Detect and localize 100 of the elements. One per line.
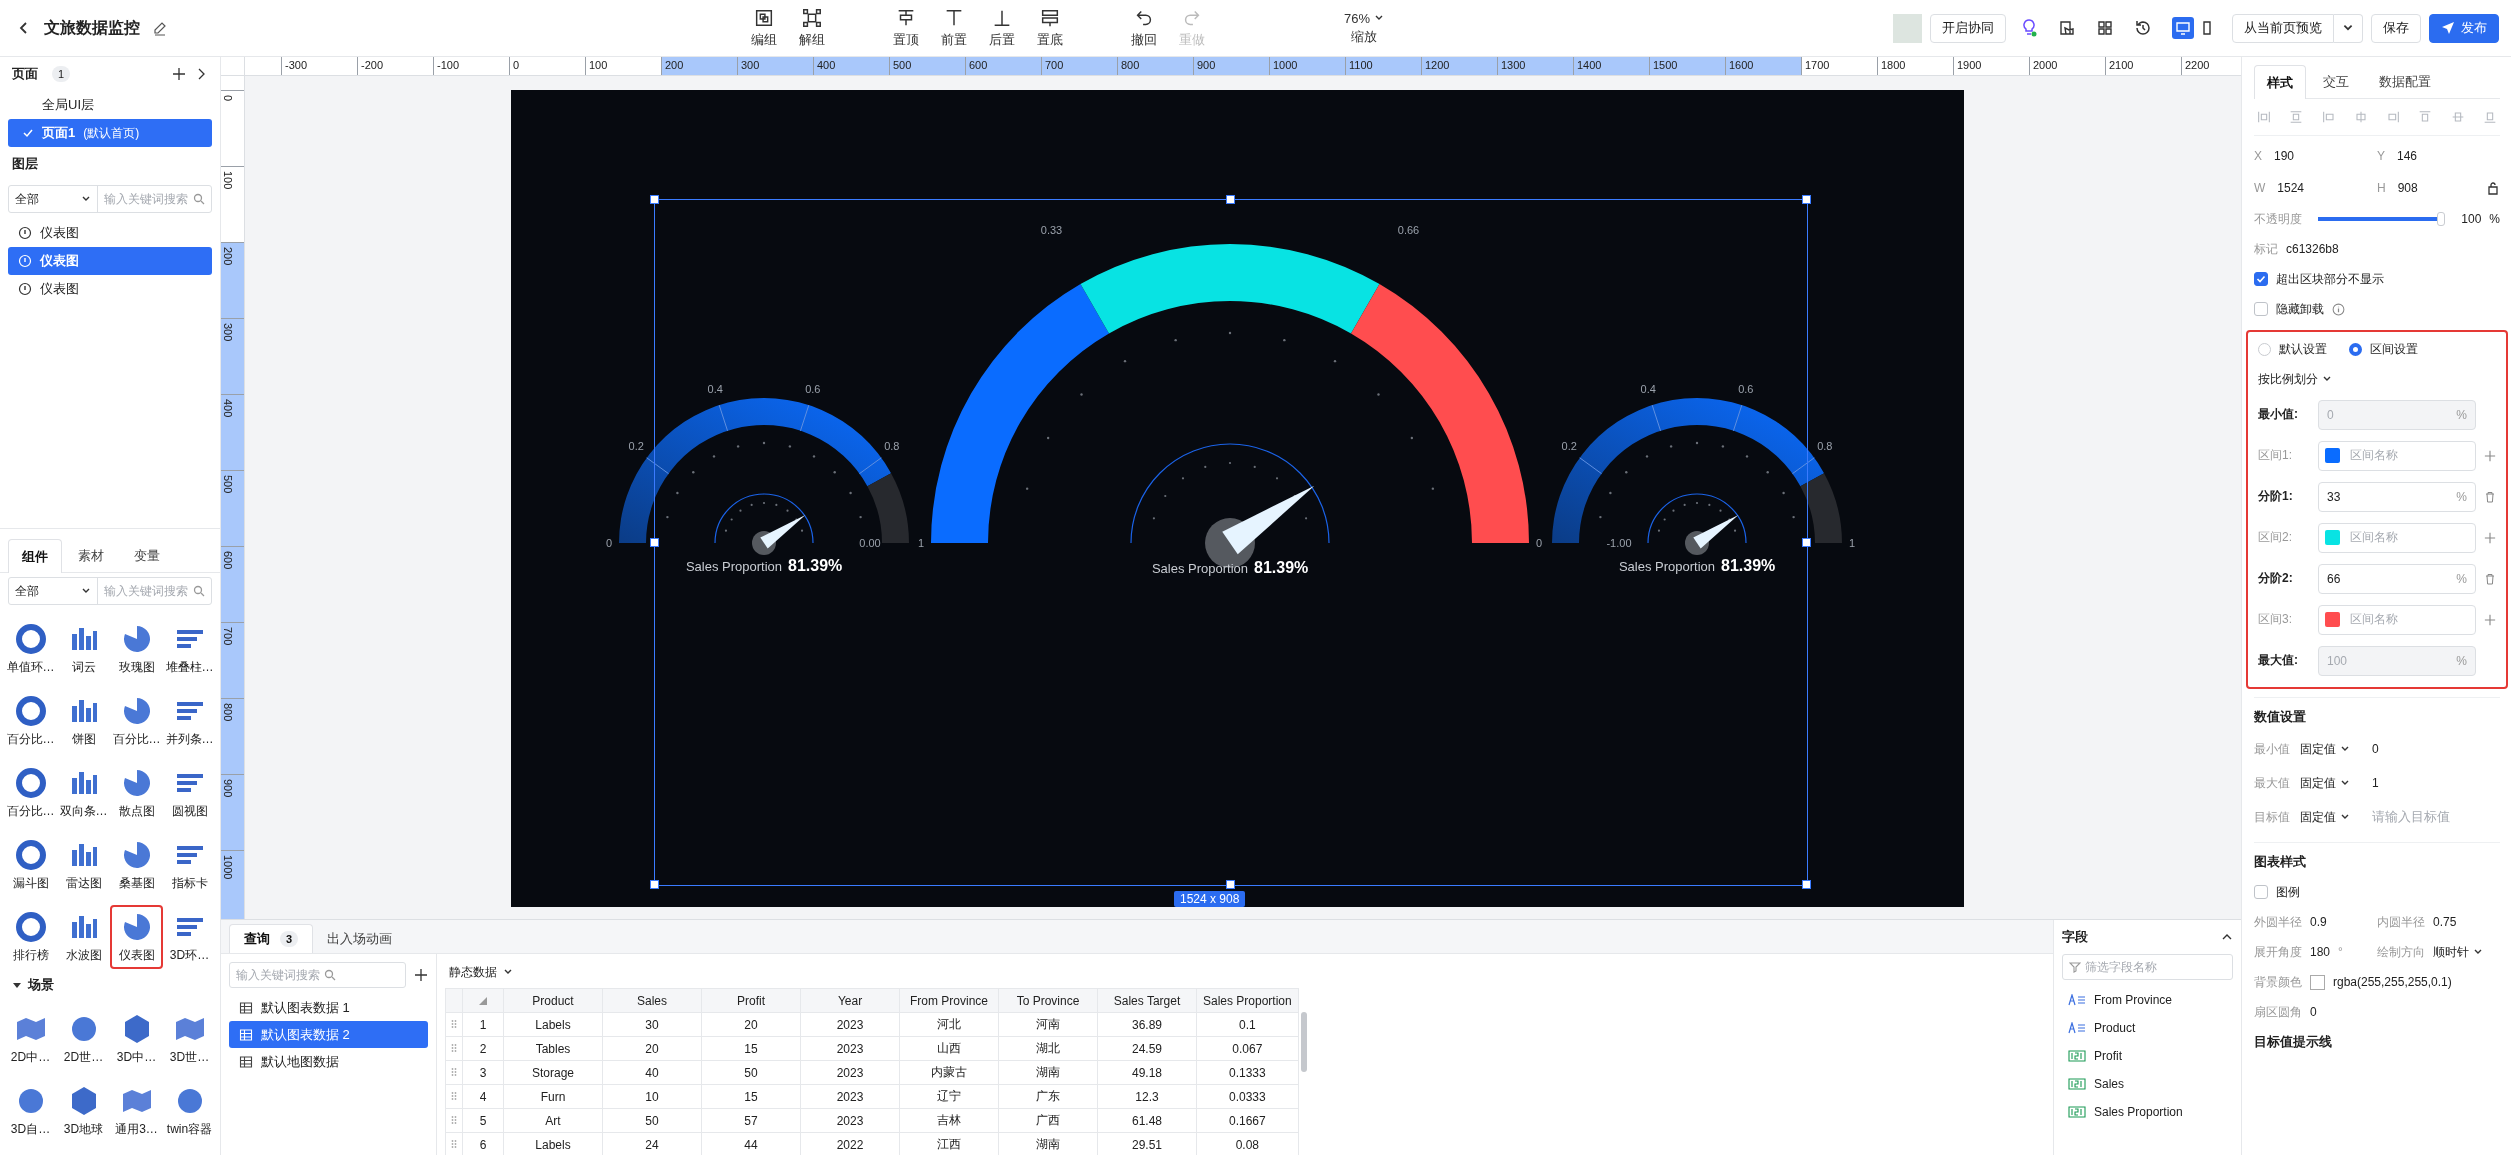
resize-handle[interactable] <box>1802 880 1811 889</box>
scene-item[interactable]: 2D世… <box>57 1007 110 1071</box>
color-value[interactable]: rgba(255,255,255,0.1) <box>2333 975 2452 989</box>
position-value[interactable]: 1524 <box>2277 181 2305 195</box>
source-dropdown[interactable]: 静态数据 <box>449 960 2045 984</box>
layer-item[interactable]: 仪表图 <box>8 275 212 303</box>
component-item[interactable]: 百分比… <box>110 689 163 753</box>
dataset-item[interactable]: 默认图表数据 1 <box>229 994 428 1021</box>
toolbar-button[interactable]: 编组 <box>740 7 788 49</box>
color-swatch[interactable] <box>2310 974 2325 990</box>
panel-tab[interactable]: 出入场动画 <box>313 924 407 953</box>
component-item[interactable]: 桑基图 <box>110 833 163 897</box>
value-field[interactable]: 180 <box>2310 945 2331 959</box>
preview-button[interactable]: 从当前页预览 <box>2232 13 2334 43</box>
save-button[interactable]: 保存 <box>2371 13 2421 43</box>
collaborate-button[interactable]: 开启协同 <box>1930 13 2006 43</box>
scene-item[interactable]: 3D地球 <box>57 1079 110 1143</box>
value-field[interactable]: 1 <box>2372 776 2379 790</box>
resize-handle[interactable] <box>650 195 659 204</box>
drag-handle-icon[interactable] <box>451 1066 457 1077</box>
library-tab[interactable]: 组件 <box>8 539 62 573</box>
component-item[interactable]: 并列条… <box>163 689 216 753</box>
component-item[interactable]: 百分比… <box>4 689 57 753</box>
component-item[interactable]: 水波图 <box>57 905 110 969</box>
component-item[interactable]: 仪表图 <box>110 905 163 969</box>
resize-handle[interactable] <box>1226 195 1235 204</box>
resize-handle[interactable] <box>650 537 659 547</box>
component-item[interactable]: 排行榜 <box>4 905 57 969</box>
align-icon[interactable] <box>2256 109 2272 125</box>
field-item[interactable]: From Province <box>2062 986 2233 1014</box>
component-item[interactable]: 双向条… <box>57 761 110 825</box>
position-value[interactable]: 146 <box>2397 149 2418 163</box>
dataset-item[interactable]: 默认图表数据 2 <box>229 1021 428 1048</box>
lock-icon[interactable] <box>2486 181 2500 195</box>
toolbar-button[interactable]: 置底 <box>1026 7 1074 49</box>
component-item[interactable]: 词云 <box>57 617 110 681</box>
scene-toggle[interactable]: 场景 <box>0 969 220 1001</box>
inspector-tab[interactable]: 数据配置 <box>2366 65 2444 98</box>
value-field[interactable]: 0.75 <box>2433 915 2457 929</box>
toolbar-button[interactable]: 解组 <box>788 7 836 49</box>
add-icon[interactable] <box>172 67 186 81</box>
component-item[interactable]: 雷达图 <box>57 833 110 897</box>
resize-handle[interactable] <box>1802 537 1811 547</box>
percent-field[interactable]: 66 % <box>2318 563 2476 594</box>
resize-handle[interactable] <box>1226 880 1235 889</box>
layer-item[interactable]: 仪表图 <box>8 247 212 275</box>
library-tab[interactable]: 素材 <box>64 539 118 572</box>
split-dropdown[interactable]: 按比例划分 <box>2258 370 2332 388</box>
edit-icon[interactable] <box>152 20 168 36</box>
component-item[interactable]: 百分比… <box>4 761 57 825</box>
scene-item[interactable]: 3D世… <box>163 1007 216 1071</box>
component-item[interactable]: 指标卡 <box>163 833 216 897</box>
toolbar-button[interactable]: 前置 <box>930 7 978 49</box>
resize-handle[interactable] <box>1802 195 1811 204</box>
field-item[interactable]: Sales <box>2062 1070 2233 1098</box>
value-field[interactable]: 0 <box>2310 1005 2317 1019</box>
value-field[interactable]: 0.9 <box>2310 915 2327 929</box>
scene-item[interactable]: 3D自… <box>4 1079 57 1143</box>
mode-dropdown[interactable]: 固定值 <box>2300 774 2350 792</box>
toolbar-button[interactable]: 撤回 <box>1120 7 1168 49</box>
value-field[interactable]: 0 <box>2372 742 2379 756</box>
component-item[interactable]: 散点图 <box>110 761 163 825</box>
trash-icon[interactable] <box>2484 572 2496 585</box>
scene-item[interactable]: 通用3… <box>110 1079 163 1143</box>
component-item[interactable]: 堆叠柱… <box>163 617 216 681</box>
inspector-tab[interactable]: 样式 <box>2254 65 2306 99</box>
inspector-tab[interactable]: 交互 <box>2310 65 2362 98</box>
preview-menu-button[interactable] <box>2334 13 2363 43</box>
scene-item[interactable]: 2D中… <box>4 1007 57 1071</box>
info-icon[interactable] <box>2332 302 2345 316</box>
radio-button[interactable] <box>2349 342 2362 356</box>
align-icon[interactable] <box>2385 109 2402 125</box>
trash-icon[interactable] <box>2484 490 2496 503</box>
panel-tab[interactable]: 查询 3 <box>229 924 314 953</box>
component-item[interactable]: 单值环… <box>4 617 57 681</box>
position-value[interactable]: 190 <box>2274 149 2295 163</box>
drag-handle-icon[interactable] <box>451 1114 457 1125</box>
slider-thumb[interactable] <box>2437 212 2446 226</box>
component-item[interactable]: 饼图 <box>57 689 110 753</box>
scene-item[interactable]: 3D中… <box>110 1007 163 1071</box>
device-toggle[interactable] <box>2172 17 2194 39</box>
layer-item[interactable]: 仪表图 <box>8 219 212 247</box>
zoom-dropdown[interactable]: 76% 缩放 <box>1334 10 1394 46</box>
scene-item[interactable]: twin容器 <box>163 1079 216 1143</box>
position-value[interactable]: 908 <box>2397 181 2418 195</box>
drag-handle-icon[interactable] <box>451 1042 457 1053</box>
percent-field[interactable]: 33 % <box>2318 481 2476 512</box>
page-item[interactable]: 全局UI层 <box>8 91 212 119</box>
drag-handle-icon[interactable] <box>451 1138 457 1149</box>
checkbox[interactable] <box>2254 885 2268 899</box>
field-item[interactable]: Product <box>2062 1014 2233 1042</box>
drag-handle-icon[interactable] <box>451 1018 457 1029</box>
color-swatch[interactable] <box>2325 530 2340 545</box>
field-item[interactable]: Profit <box>2062 1042 2233 1070</box>
color-swatch[interactable] <box>2325 612 2340 627</box>
resize-handle[interactable] <box>650 880 659 889</box>
publish-button[interactable]: 发布 <box>2429 13 2499 43</box>
component-item[interactable]: 圆视图 <box>163 761 216 825</box>
add-icon[interactable] <box>414 968 428 982</box>
library-tab[interactable]: 变量 <box>120 539 174 572</box>
